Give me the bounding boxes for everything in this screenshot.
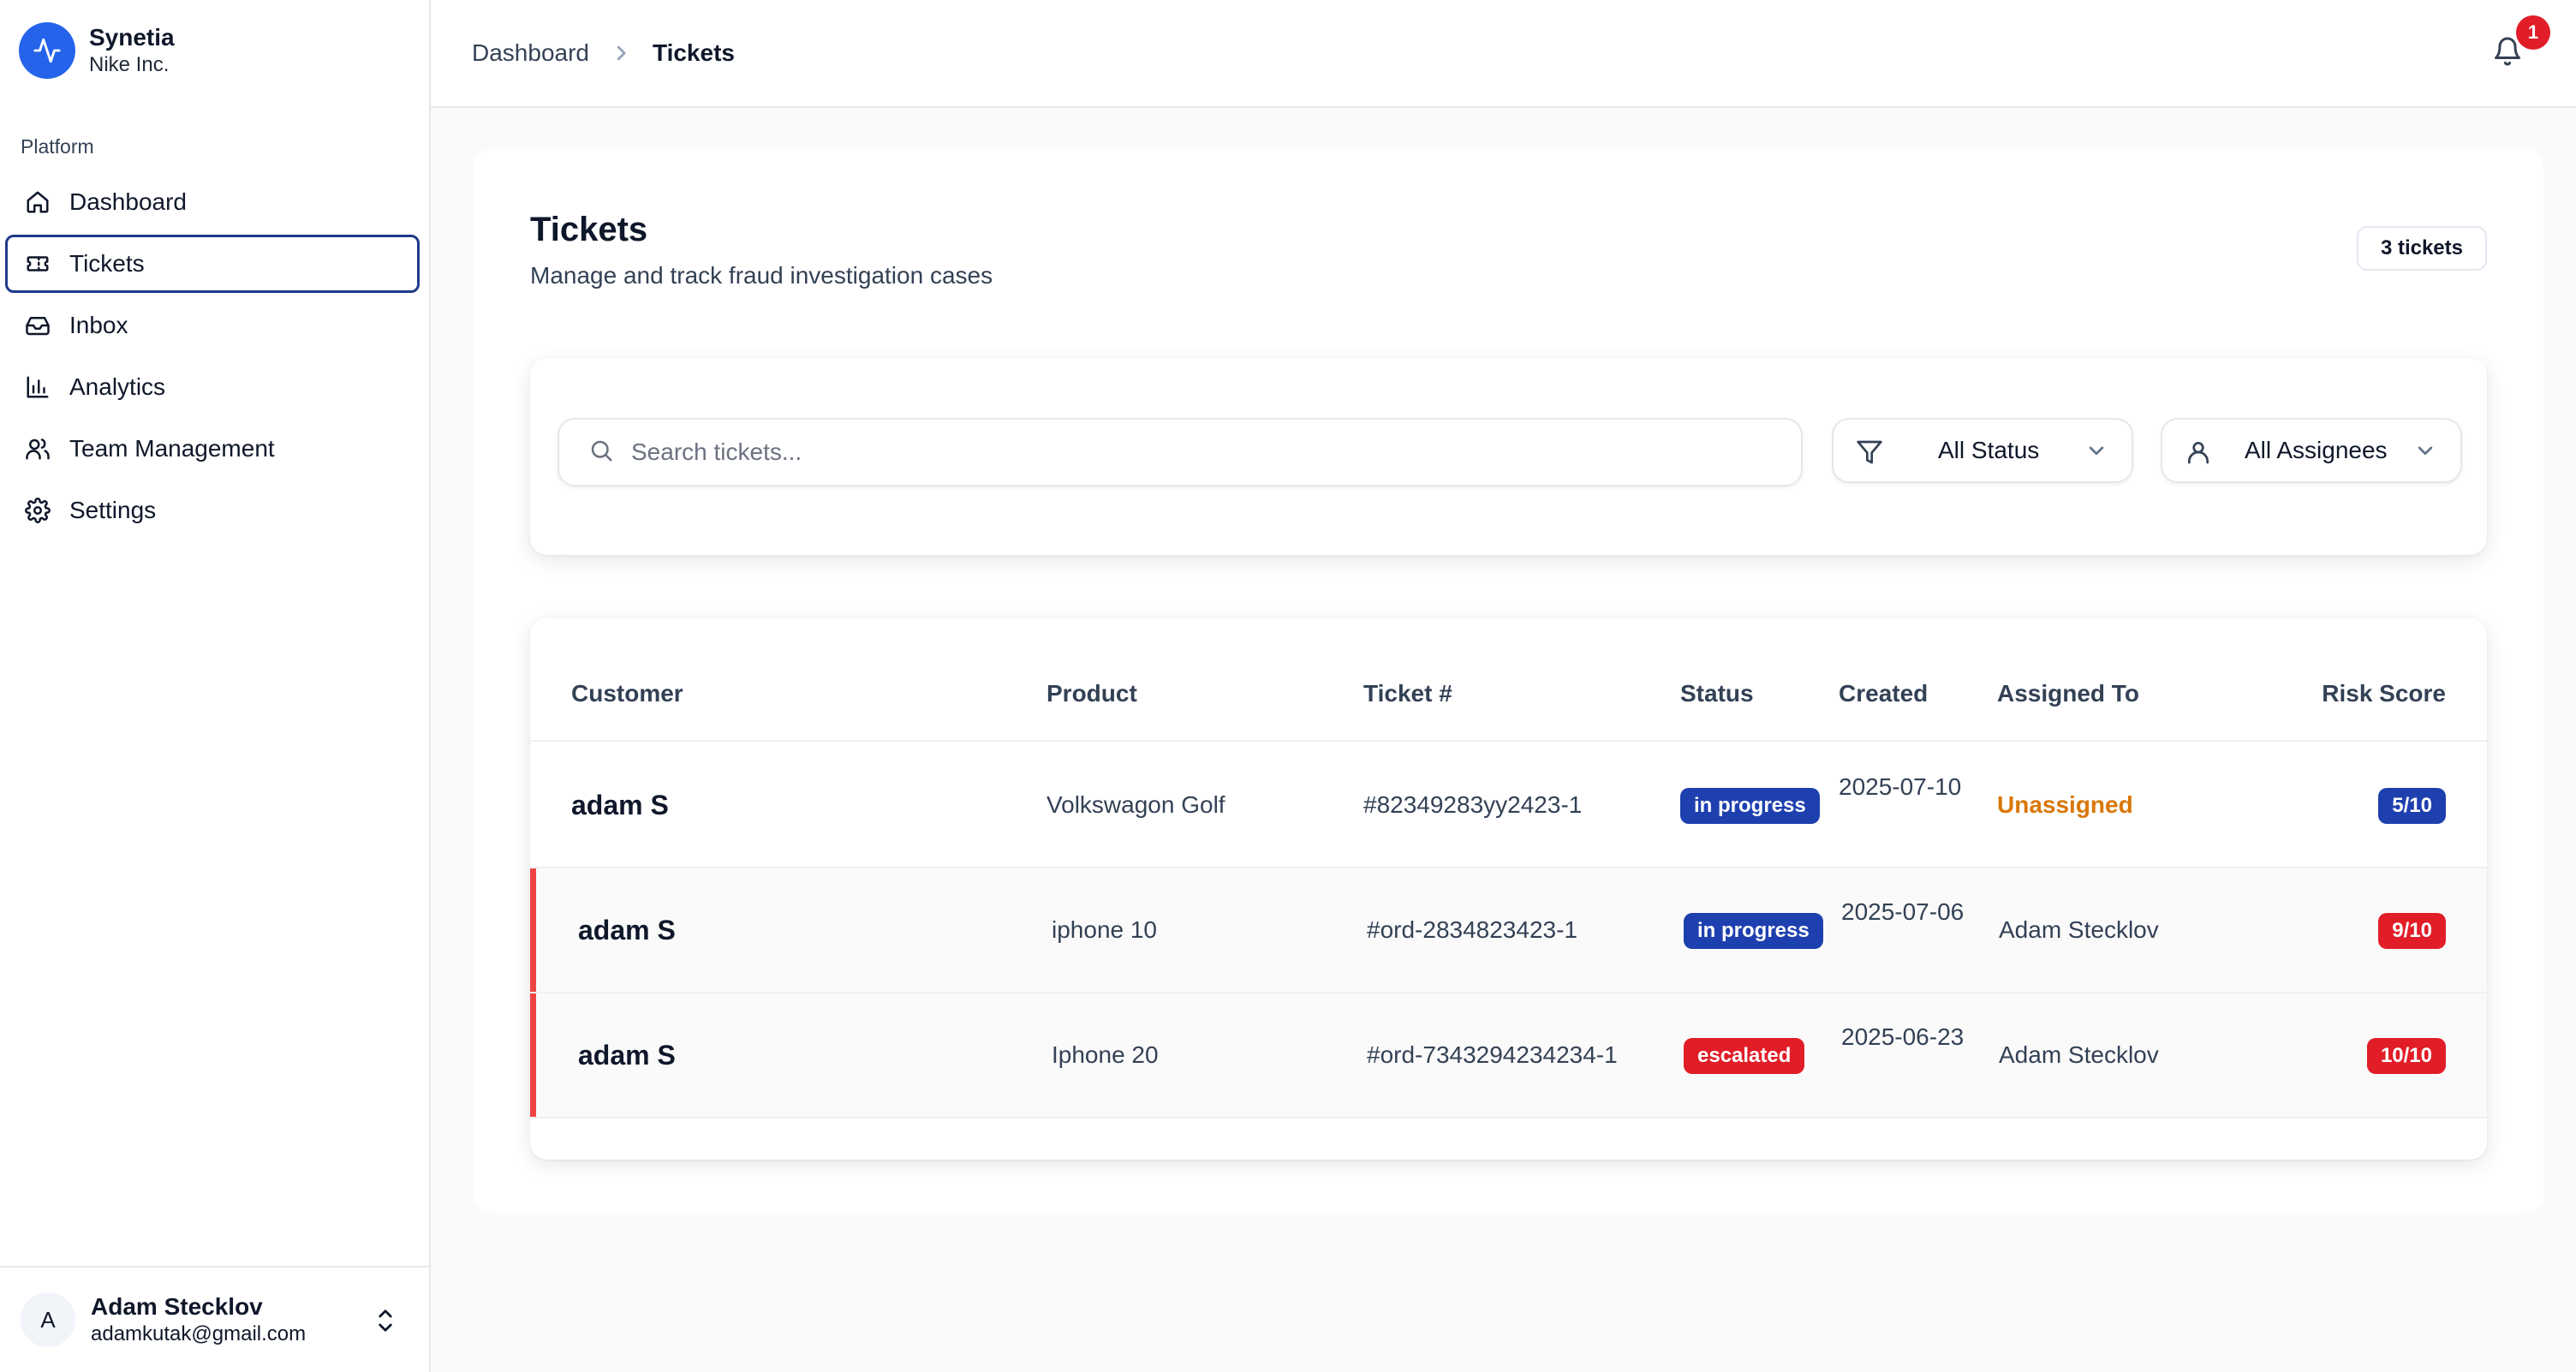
column-header-product[interactable]: Product	[1046, 680, 1137, 707]
high-risk-indicator	[530, 993, 536, 1117]
column-header-status[interactable]: Status	[1680, 680, 1754, 707]
column-header-customer[interactable]: Customer	[571, 680, 683, 707]
notification-badge[interactable]: 1	[2516, 15, 2550, 50]
search-input[interactable]	[631, 438, 1762, 466]
user-icon	[2185, 438, 2212, 466]
table-row[interactable]: adam S iphone 10 #ord-2834823423-1 in pr…	[530, 868, 2487, 993]
chevrons-up-down-icon[interactable]	[373, 1305, 398, 1336]
activity-icon	[19, 22, 75, 79]
ticket-number-cell: #ord-7343294234234-1	[1367, 1041, 1618, 1068]
sidebar-item-tickets[interactable]: Tickets	[5, 235, 420, 293]
bar-chart-icon	[23, 373, 52, 402]
sidebar-item-label: Dashboard	[69, 188, 187, 215]
sidebar-item-label: Inbox	[69, 312, 128, 338]
page-subtitle: Manage and track fraud investigation cas…	[530, 262, 993, 289]
customer-cell: adam S	[578, 1040, 676, 1071]
chevron-right-icon	[613, 44, 629, 63]
assignee-filter-value: All Assignees	[2245, 437, 2388, 463]
sidebar-item-team-management[interactable]: Team Management	[5, 420, 420, 478]
created-cell: 2025-06-23	[1841, 1023, 1965, 1050]
column-header-ticket[interactable]: Ticket #	[1363, 680, 1452, 707]
table-row[interactable]: adam S Iphone 20 #ord-7343294234234-1 es…	[530, 993, 2487, 1118]
risk-score-badge: 5/10	[2378, 788, 2446, 824]
page-title: Tickets	[530, 211, 648, 248]
column-header-risk-score[interactable]: Risk Score	[2322, 680, 2446, 707]
product-cell: Volkswagon Golf	[1046, 791, 1225, 818]
assigned-to-cell: Adam Stecklov	[1999, 916, 2159, 943]
status-filter-select[interactable]: All Status	[1832, 418, 2133, 483]
created-cell: 2025-07-10	[1839, 773, 1962, 800]
risk-score-badge: 10/10	[2366, 1038, 2446, 1074]
column-header-assigned-to[interactable]: Assigned To	[1997, 680, 2139, 707]
ticket-icon	[23, 249, 52, 278]
product-cell: Iphone 20	[1052, 1041, 1159, 1068]
ticket-count-badge: 3 tickets	[2356, 226, 2487, 271]
table-header: Customer Product Ticket # Status Created…	[530, 618, 2487, 742]
created-cell: 2025-07-06	[1841, 898, 1965, 925]
inbox-icon	[23, 311, 52, 340]
status-badge: in progress	[1680, 788, 1820, 824]
column-header-created[interactable]: Created	[1839, 680, 1928, 707]
user-name: Adam Stecklov	[91, 1293, 263, 1320]
nav-section-label: Platform	[21, 135, 94, 158]
user-email: adamkutak@gmail.com	[91, 1322, 307, 1345]
product-cell: iphone 10	[1052, 916, 1158, 943]
assigned-to-cell: Adam Stecklov	[1999, 1041, 2159, 1068]
sidebar-item-label: Analytics	[69, 373, 166, 400]
risk-score-badge: 9/10	[2378, 913, 2446, 949]
status-badge: in progress	[1684, 913, 1823, 949]
chevron-down-icon	[2416, 444, 2435, 459]
app-root: Synetia Nike Inc. Platform Dashboard Tic…	[0, 0, 2576, 1372]
brand-org: Nike Inc.	[89, 53, 170, 76]
sidebar-item-label: Team Management	[69, 435, 275, 462]
customer-cell: adam S	[571, 790, 669, 820]
breadcrumb-dashboard[interactable]: Dashboard	[472, 39, 589, 67]
main-content: Dashboard Tickets 1 Tickets Manage and t…	[431, 0, 2576, 1372]
topbar: Dashboard Tickets 1	[431, 0, 2576, 108]
sidebar-item-inbox[interactable]: Inbox	[5, 296, 420, 355]
sidebar-item-settings[interactable]: Settings	[5, 481, 420, 540]
status-filter-value: All Status	[1938, 437, 2040, 463]
avatar: A	[21, 1292, 75, 1347]
sidebar-item-dashboard[interactable]: Dashboard	[5, 173, 420, 231]
breadcrumb-current: Tickets	[652, 39, 735, 66]
tickets-table: Customer Product Ticket # Status Created…	[530, 618, 2487, 1160]
gear-icon	[23, 496, 52, 525]
assignee-filter-select[interactable]: All Assignees	[2161, 418, 2462, 483]
ticket-number-cell: #82349283yy2423-1	[1363, 791, 1583, 818]
sidebar-nav: Dashboard Tickets Inbox Analytics Team M…	[5, 173, 420, 543]
filter-bar: All Status All Assignees	[530, 358, 2487, 555]
filter-icon	[1856, 438, 1883, 466]
sidebar: Synetia Nike Inc. Platform Dashboard Tic…	[0, 0, 431, 1372]
sidebar-item-analytics[interactable]: Analytics	[5, 358, 420, 416]
home-icon	[23, 188, 52, 217]
users-icon	[23, 434, 52, 463]
brand-name: Synetia	[89, 24, 175, 51]
sidebar-item-label: Tickets	[69, 250, 145, 277]
sidebar-item-label: Settings	[69, 497, 157, 523]
customer-cell: adam S	[578, 915, 676, 945]
search-icon	[588, 438, 614, 468]
tickets-panel: Tickets Manage and track fraud investiga…	[474, 149, 2543, 1213]
ticket-number-cell: #ord-2834823423-1	[1367, 916, 1577, 943]
status-badge: escalated	[1684, 1038, 1805, 1074]
table-row[interactable]: adam S Volkswagon Golf #82349283yy2423-1…	[530, 743, 2487, 868]
assigned-to-cell: Unassigned	[1997, 791, 2133, 818]
search-box[interactable]	[558, 418, 1803, 486]
chevron-down-icon	[2087, 444, 2106, 459]
user-menu[interactable]: A Adam Stecklov adamkutak@gmail.com	[0, 1266, 429, 1372]
high-risk-indicator	[530, 868, 536, 992]
brand[interactable]: Synetia Nike Inc.	[19, 22, 175, 79]
